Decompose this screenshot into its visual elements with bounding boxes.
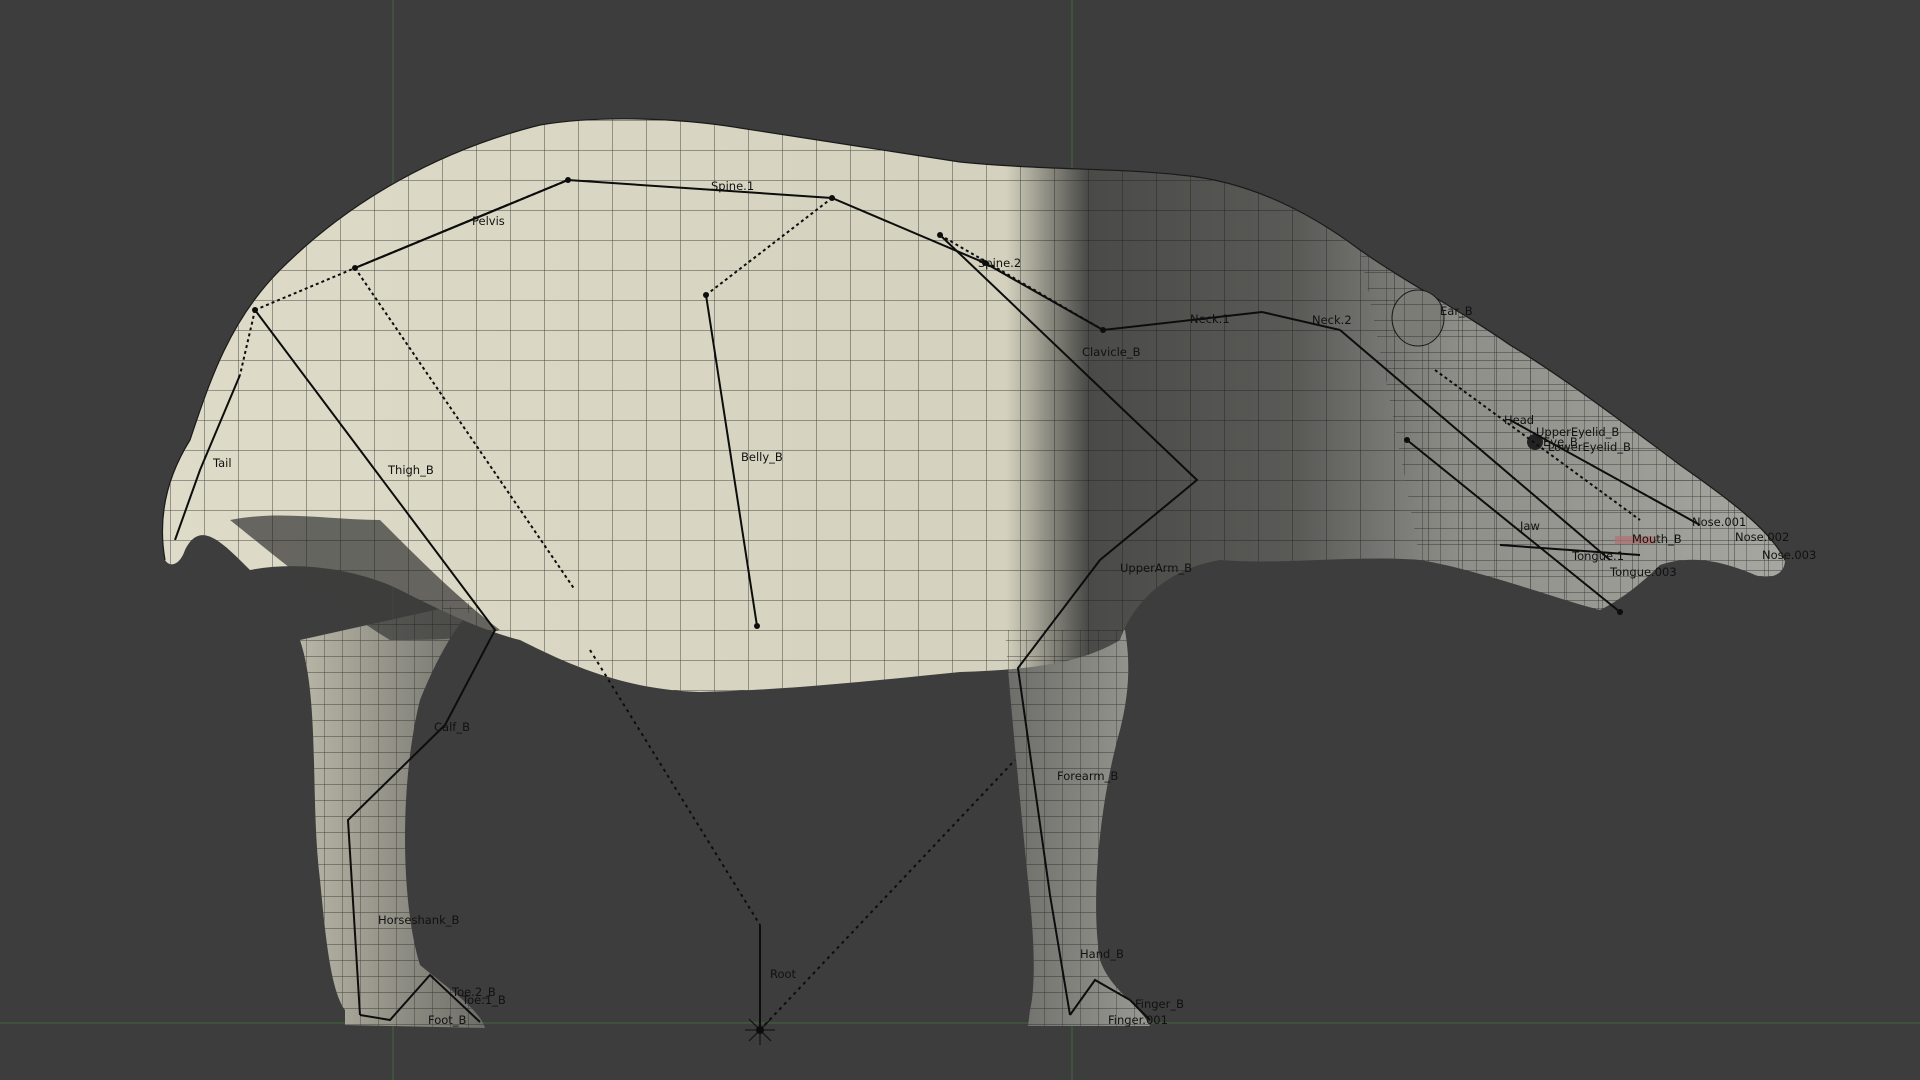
bone-label-thigh-b: Thigh_B	[387, 463, 434, 477]
bone-label-ear-b: Ear_B	[1440, 304, 1473, 318]
bone-label-root: Root	[770, 967, 797, 981]
bone-label-forearm-b: Forearm_B	[1057, 769, 1118, 783]
bone-label-finger-001: Finger.001	[1108, 1013, 1168, 1027]
bone-label-hand-b: Hand_B	[1080, 947, 1124, 961]
bone-label-clavicle-b: Clavicle_B	[1082, 345, 1141, 359]
bone-label-spine-2: Spine.2	[978, 256, 1021, 270]
bone-label-horseshank-b: Horseshank_B	[378, 913, 460, 927]
bone-label-jaw: Jaw	[1519, 519, 1540, 533]
bone-label-nose-002: Nose.002	[1735, 530, 1789, 544]
bone-label-mouth-b: Mouth_B	[1632, 532, 1682, 546]
bone-label-nose-001: Nose.001	[1692, 515, 1746, 529]
bone-label-foot-b: Foot_B	[428, 1013, 467, 1027]
bone-label-upperarm-b: UpperArm_B	[1120, 561, 1192, 575]
bone-label-tongue-003: Tongue.003	[1609, 565, 1677, 579]
bone-label-spine-1: Spine.1	[711, 179, 754, 193]
bone-label-finger-b: Finger_B	[1135, 997, 1184, 1011]
bone-label-pelvis: Pelvis	[472, 214, 505, 228]
root-gizmo	[745, 1015, 775, 1045]
bone-label-neck-1: Neck.1	[1190, 312, 1230, 326]
bone-label-tongue-1: Tongue.1	[1571, 549, 1624, 563]
scene-canvas[interactable]: Spine.1 Pelvis Spine.2 Neck.1 Neck.2 Ear…	[0, 0, 1920, 1080]
bone-label-nose-003: Nose.003	[1762, 548, 1816, 562]
bone-label-lower-eyelid-b: LowerEyelid_B	[1548, 440, 1631, 454]
bone-label-neck-2: Neck.2	[1312, 313, 1352, 327]
bone-label-toe-1-b: Toe.1_B	[461, 993, 506, 1007]
bone-label-tail: Tail	[212, 456, 232, 470]
tapir-mesh[interactable]	[161, 118, 1786, 1028]
3d-viewport[interactable]: Spine.1 Pelvis Spine.2 Neck.1 Neck.2 Ear…	[0, 0, 1920, 1080]
bone-label-head: Head	[1504, 413, 1534, 427]
bone-label-belly-b: Belly_B	[741, 450, 783, 464]
bone-label-calf-b: Calf_B	[434, 720, 470, 734]
